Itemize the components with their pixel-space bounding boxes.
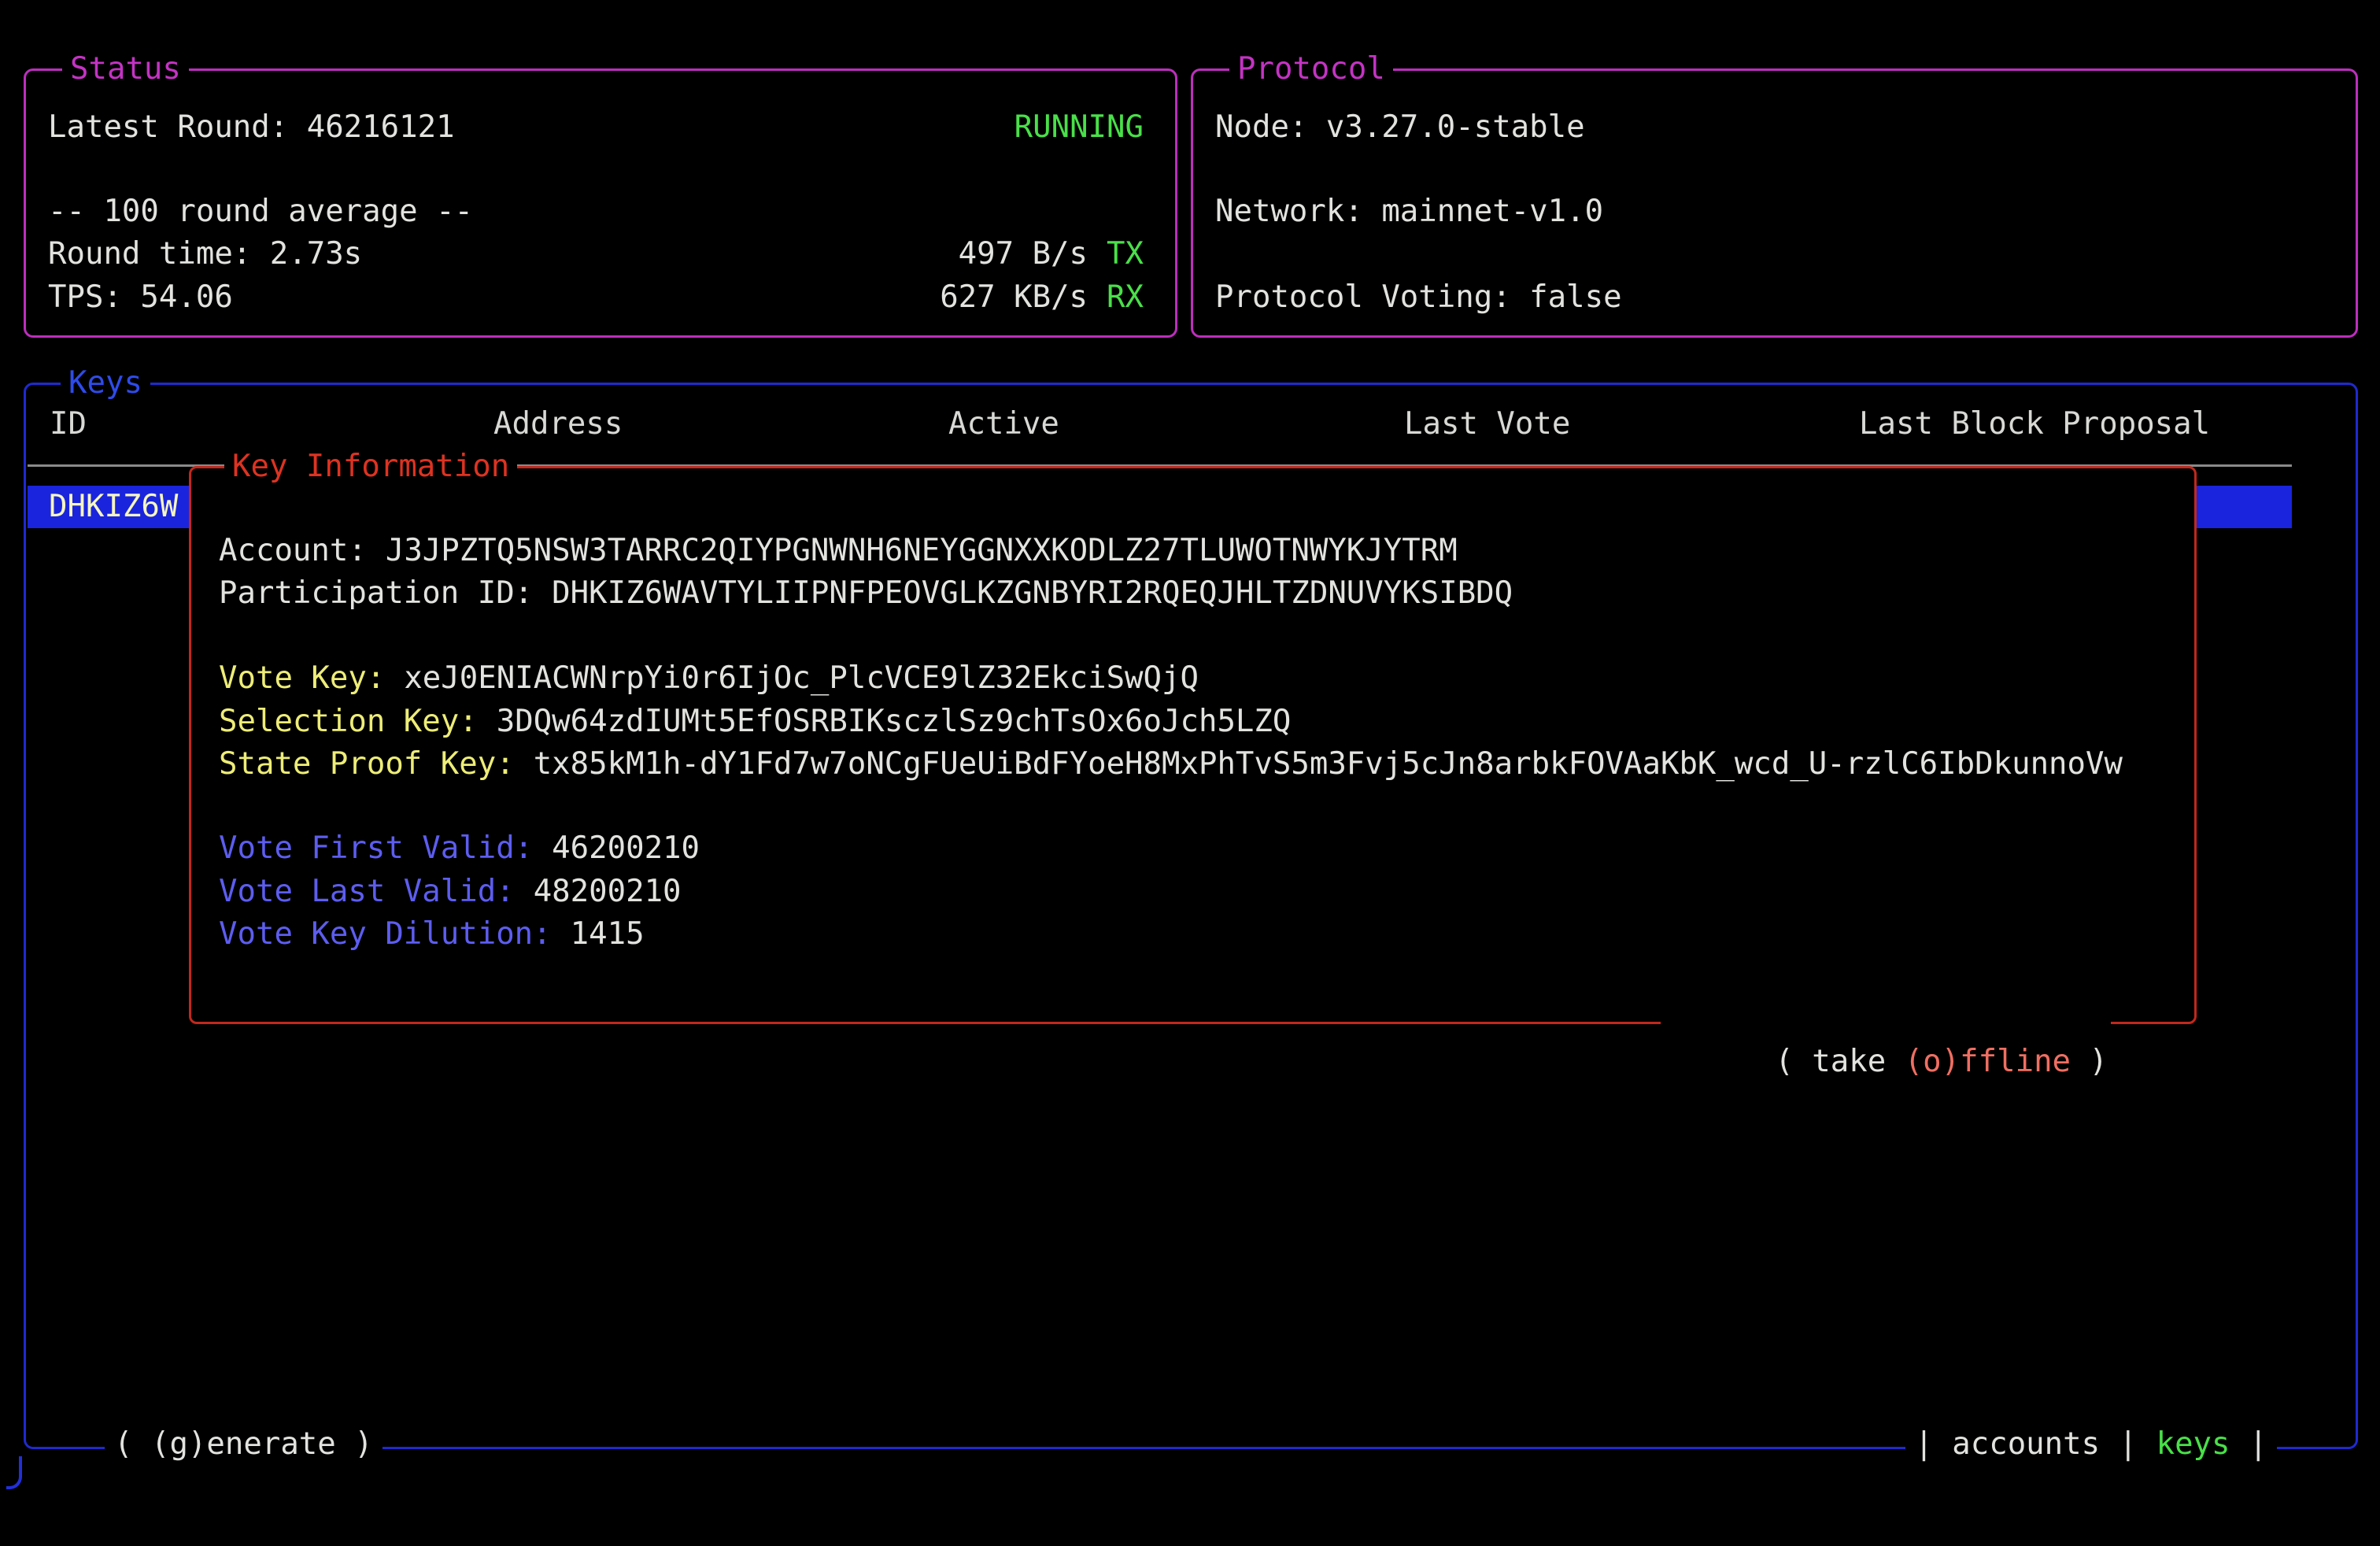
tps-value: TPS: 54.06 [48,276,233,319]
take-offline-hotkey: (o)ffline [1905,1044,2071,1079]
status-panel: Status Latest Round: 46216121 RUNNING --… [24,68,1177,338]
tab-accounts[interactable]: accounts [1952,1423,2100,1466]
column-header-address: Address [493,403,623,446]
tx-label: TX [1107,233,1144,276]
column-header-id: ID [50,403,87,446]
latest-round-value: Latest Round: 46216121 [48,106,455,149]
node-version-value: Node: v3.27.0-stable [1215,106,1585,149]
vote-key-dilution-label: Vote Key Dilution: [219,913,552,956]
column-header-last-vote: Last Vote [1404,403,1570,446]
vote-last-valid-label: Vote Last Valid: [219,871,515,913]
tab-keys-active[interactable]: keys [2156,1423,2230,1466]
key-information-modal: Key Information Account: J3JPZTQ5NSW3TAR… [189,466,2197,1024]
selection-key-value: 3DQw64zdIUMt5EfOSRBIKsczlSz9chTsOx6oJch5… [497,701,1292,743]
state-proof-key-value: tx85kM1h-dY1Fd7w7oNCgFUeUiBdFYoeH8MxPhTv… [534,743,2123,786]
vote-key-value: xeJ0ENIACWNrpYi0r6IjOc_PlcVCE9lZ32EkciSw… [404,657,1199,700]
vote-first-valid-value: 46200210 [552,827,700,870]
account-value: J3JPZTQ5NSW3TARRC2QIYPGNWNH6NEYGGNXXKODL… [386,530,1458,572]
tab-separator: | [2119,1423,2137,1466]
take-offline-prefix: ( take [1775,1044,1904,1079]
vote-first-valid-label: Vote First Valid: [219,827,533,870]
account-label: Account: [219,530,367,572]
round-average-header: -- 100 round average -- [48,190,473,233]
rx-rate-value: 627 KB/s [940,276,1088,319]
round-time-value: Round time: 2.73s [48,233,362,276]
protocol-panel-title: Protocol [1229,48,1393,91]
tab-separator: | [2249,1423,2267,1466]
tx-rate-value: 497 B/s [959,233,1088,276]
column-header-last-block-proposal: Last Block Proposal [1859,403,2210,446]
terminal-screen: Status Latest Round: 46216121 RUNNING --… [0,0,2380,1546]
state-proof-key-label: State Proof Key: [219,743,515,786]
network-value: Network: mainnet-v1.0 [1215,190,1603,233]
participation-id-label: Participation ID: [219,572,533,615]
key-information-title: Key Information [224,446,517,488]
border-corner-artifact [6,1456,22,1489]
node-state-badge: RUNNING [1014,106,1144,149]
selection-key-label: Selection Key: [219,701,478,743]
tab-separator: | [1915,1423,1933,1466]
row-participation-id: DHKIZ6W [49,486,178,528]
protocol-voting-value: Protocol Voting: false [1215,276,1622,319]
take-offline-suffix: ) [2071,1044,2108,1079]
vote-last-valid-value: 48200210 [534,871,682,913]
protocol-panel: Protocol Node: v3.27.0-stable Network: m… [1191,68,2358,338]
view-tabs: | accounts | keys | [1905,1423,2277,1466]
vote-key-dilution-value: 1415 [571,913,645,956]
status-panel-title: Status [62,48,189,91]
take-offline-button[interactable]: ( take (o)ffline ) [1661,998,2111,1041]
participation-id-value: DHKIZ6WAVTYLIIPNFPEOVGLKZGNBYRI2RQEQJHLT… [552,572,1513,615]
rx-label: RX [1107,276,1144,319]
keys-panel-title: Keys [61,362,150,405]
vote-key-label: Vote Key: [219,657,385,700]
column-header-active: Active [948,403,1059,446]
generate-button[interactable]: ( (g)enerate ) [105,1423,382,1466]
